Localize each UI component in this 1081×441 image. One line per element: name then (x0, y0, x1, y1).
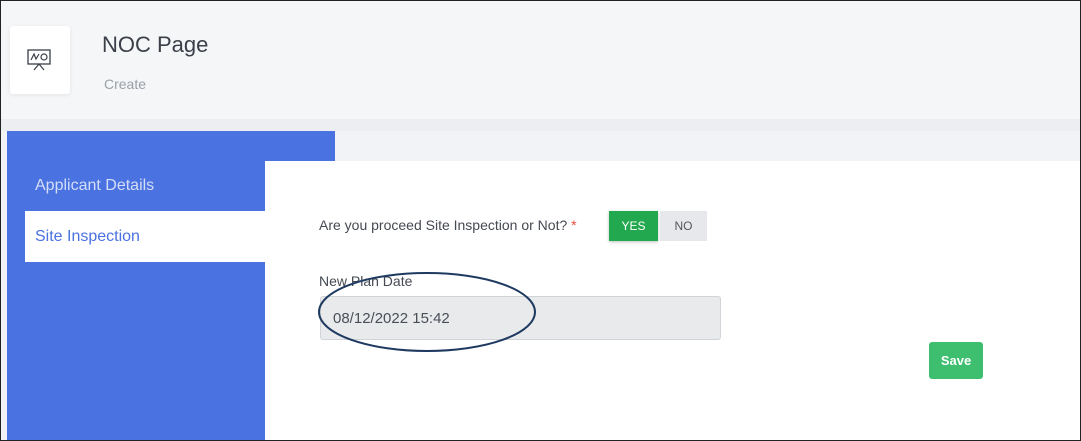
form-panel: Are you proceed Site Inspection or Not? … (265, 161, 1080, 440)
new-plan-date-input[interactable] (320, 296, 721, 340)
page-title: NOC Page (102, 32, 209, 57)
save-button[interactable]: Save (929, 342, 983, 379)
question-text: Are you proceed Site Inspection or Not? (319, 217, 568, 233)
presentation-board-icon (27, 49, 51, 71)
page-header: NOC Page Create (1, 1, 1080, 119)
no-button[interactable]: NO (660, 211, 707, 241)
page-subtitle: Create (104, 76, 147, 92)
new-plan-date-label: New Plan Date (319, 273, 413, 289)
app-window: NOC Page Create Applicant Details Site I… (0, 0, 1081, 441)
sidebar-item-label: Site Inspection (35, 228, 140, 245)
app-icon-box (10, 26, 70, 94)
sidebar-item-applicant-details[interactable]: Applicant Details (35, 177, 154, 195)
required-marker: * (571, 217, 577, 233)
yes-button[interactable]: YES (609, 211, 658, 241)
question-label: Are you proceed Site Inspection or Not? … (319, 217, 577, 233)
sidebar-item-site-inspection[interactable]: Site Inspection (25, 211, 265, 262)
header-separator (1, 119, 1080, 131)
